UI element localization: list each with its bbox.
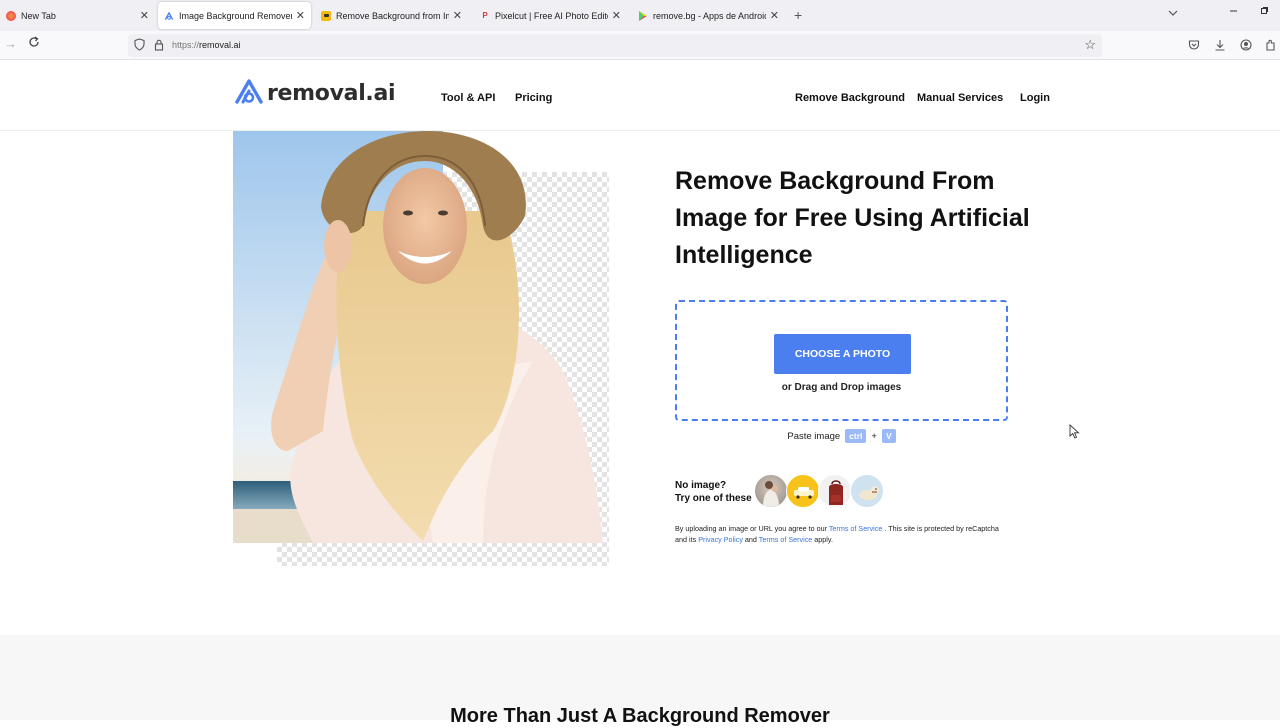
sample-label-line2: Try one of these <box>675 493 752 504</box>
close-tab-icon[interactable]: ✕ <box>140 9 149 22</box>
sample-label-line1: No image? <box>675 480 727 491</box>
account-icon[interactable] <box>1240 38 1254 52</box>
forward-icon[interactable]: → <box>4 36 17 51</box>
tab-title: Pixelcut | Free AI Photo Editor <box>495 10 608 21</box>
url-scheme: https:// <box>172 40 200 50</box>
mouse-cursor-icon <box>1069 423 1080 444</box>
choose-photo-button[interactable]: CHOOSE A PHOTO <box>774 334 911 374</box>
tab-title: Image Background Remover | R <box>179 10 292 21</box>
browser-tab-bar: New Tab ✕ Image Background Remover | R ✕… <box>0 0 1280 31</box>
close-tab-icon[interactable]: ✕ <box>612 9 621 22</box>
tab-pixelcut[interactable]: P Pixelcut | Free AI Photo Editor ✕ <box>474 2 627 29</box>
nav-manual-services[interactable]: Manual Services <box>917 92 1003 104</box>
nav-login[interactable]: Login <box>1020 92 1050 104</box>
close-tab-icon[interactable]: ✕ <box>453 9 462 22</box>
minimize-icon[interactable] <box>1229 6 1238 18</box>
terms-text: apply. <box>812 535 833 544</box>
tab-title: Remove Background from Ima <box>336 10 449 21</box>
firefox-icon <box>6 10 16 21</box>
sample-images-label: No image? Try one of these <box>675 479 752 505</box>
sample-red-backpack[interactable] <box>818 474 852 508</box>
privacy-policy-link[interactable]: Privacy Policy <box>698 535 743 544</box>
terms-text: By uploading an image or URL you agree t… <box>675 524 829 533</box>
nav-remove-background[interactable]: Remove Background <box>795 92 905 104</box>
url-domain: removal.ai <box>199 40 241 50</box>
tab-title: New Tab <box>21 10 56 21</box>
new-tab-button[interactable]: + <box>794 7 802 23</box>
close-tab-icon[interactable]: ✕ <box>770 9 779 22</box>
features-section: More Than Just A Background Remover <box>0 635 1280 727</box>
removal-ai-logo-icon <box>233 77 265 110</box>
sample-images <box>754 474 884 508</box>
close-tab-icon[interactable]: ✕ <box>296 9 305 22</box>
removal-ai-icon <box>164 11 174 21</box>
extensions-icon[interactable] <box>1265 38 1279 52</box>
address-bar[interactable]: https://removal.ai ☆ <box>128 34 1102 57</box>
tab-google-play[interactable]: remove.bg - Apps de Android e ✕ <box>632 2 785 29</box>
downloads-icon[interactable] <box>1214 38 1228 52</box>
woman-photo <box>233 131 603 543</box>
nav-tool-api[interactable]: Tool & API <box>441 92 495 104</box>
lock-icon[interactable] <box>154 38 164 56</box>
hero-title: Remove Background From Image for Free Us… <box>675 167 1030 269</box>
logo-text: removal.ai <box>267 81 396 106</box>
list-all-tabs-icon[interactable] <box>1168 8 1178 19</box>
tab-remove-background[interactable]: Remove Background from Ima ✕ <box>315 2 468 29</box>
pixelcut-icon: P <box>482 11 488 20</box>
google-play-icon <box>638 10 648 21</box>
site-header: removal.ai Tool & API Pricing Remove Bac… <box>0 60 1280 131</box>
pocket-icon[interactable] <box>1188 38 1202 52</box>
nav-pricing[interactable]: Pricing <box>515 92 552 104</box>
sample-family-photo[interactable] <box>754 474 788 508</box>
tab-title: remove.bg - Apps de Android e <box>653 10 766 21</box>
reload-icon[interactable] <box>28 36 40 51</box>
site-logo[interactable]: removal.ai <box>233 77 396 110</box>
restore-icon[interactable] <box>1260 6 1269 18</box>
drag-drop-hint: or Drag and Drop images <box>781 382 902 393</box>
features-section-title: More Than Just A Background Remover <box>450 705 830 727</box>
yellow-site-icon <box>321 10 331 21</box>
tracking-protection-shield-icon[interactable] <box>134 38 145 56</box>
plus-sign: + <box>871 430 877 442</box>
v-key-badge: V <box>881 429 896 443</box>
terms-notice: By uploading an image or URL you agree t… <box>675 523 1005 545</box>
tab-new-tab[interactable]: New Tab ✕ <box>0 2 155 29</box>
bookmark-star-icon[interactable]: ☆ <box>1084 37 1096 53</box>
upload-dropzone[interactable]: CHOOSE A PHOTO or Drag and Drop images <box>675 300 1008 421</box>
terms-text: and <box>742 535 759 544</box>
tab-removal-ai[interactable]: Image Background Remover | R ✕ <box>158 2 311 29</box>
browser-nav-bar: → https://removal.ai ☆ <box>0 31 1280 60</box>
terms-of-service-link[interactable]: Terms of Service <box>829 524 883 533</box>
hero-before-after-image <box>233 131 609 566</box>
ctrl-key-badge: ctrl <box>845 429 867 443</box>
paste-label: Paste image <box>787 430 841 442</box>
sample-dog[interactable] <box>850 474 884 508</box>
paste-hint: Paste image ctrl + V <box>675 429 1008 443</box>
terms-of-service-link-2[interactable]: Terms of Service <box>759 535 813 544</box>
url-text: https://removal.ai <box>172 40 241 50</box>
sample-yellow-car[interactable] <box>786 474 820 508</box>
